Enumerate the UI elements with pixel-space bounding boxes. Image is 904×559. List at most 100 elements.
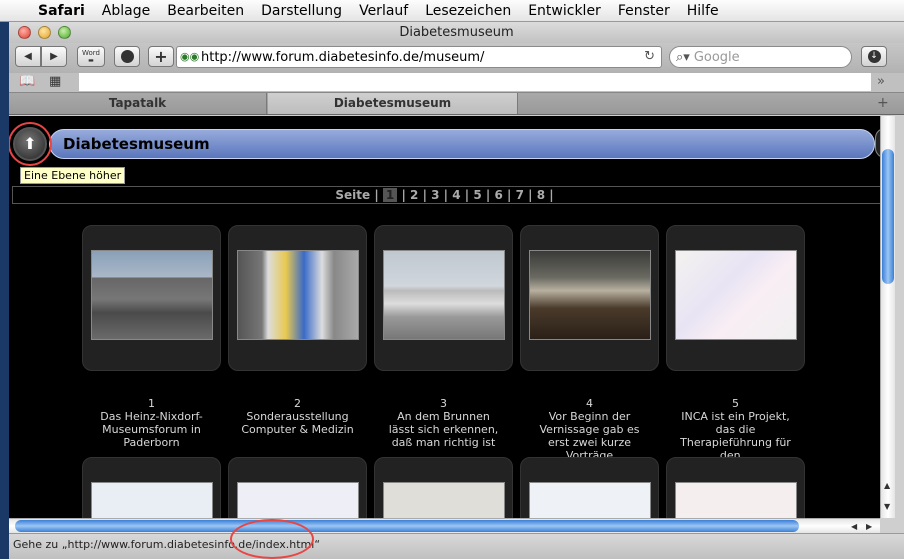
- tab-tapatalk[interactable]: Tapatalk: [9, 93, 267, 114]
- item-text: An dem Brunnen lässt sich erkennen, daß …: [388, 410, 499, 449]
- tab-bar: Tapatalk Diabetesmuseum +: [9, 93, 904, 115]
- pager-link[interactable]: 7: [516, 188, 524, 202]
- item-caption: 5 INCA ist ein Projekt, das die Therapief…: [666, 397, 805, 462]
- vertical-scroll-thumb[interactable]: [882, 149, 894, 284]
- pager-link[interactable]: 3: [431, 188, 439, 202]
- item-number: 1: [148, 397, 155, 410]
- home-button[interactable]: [114, 46, 140, 67]
- pager-link[interactable]: 5: [473, 188, 481, 202]
- site-favicon-icon: ◉◉: [180, 50, 200, 63]
- scroll-right-arrow-icon[interactable]: ▶: [866, 522, 872, 531]
- thumbnail-image[interactable]: [91, 250, 213, 340]
- pager-link[interactable]: 6: [494, 188, 502, 202]
- add-bookmark-button[interactable]: +: [148, 46, 174, 67]
- item-caption: 3 An dem Brunnen lässt sich erkennen, daß…: [374, 397, 513, 449]
- browser-window: Diabetesmuseum ◀ ▶ Word ▬ + ◉◉ http://www…: [9, 22, 904, 559]
- gallery-item[interactable]: [228, 225, 367, 371]
- download-icon: ↓: [867, 50, 881, 63]
- pager-current: 1: [382, 188, 398, 202]
- back-button[interactable]: ◀: [15, 46, 41, 67]
- close-button[interactable]: [18, 26, 31, 39]
- pager-link[interactable]: 4: [452, 188, 460, 202]
- back-icon: ◀: [24, 51, 32, 62]
- highlight-circle: [9, 122, 52, 166]
- thumbnail-image[interactable]: [91, 482, 213, 518]
- bookmarks-area: [79, 73, 871, 91]
- title-bar: Diabetesmuseum: [9, 22, 904, 43]
- menu-entwickler[interactable]: Entwickler: [528, 3, 601, 19]
- downloads-button[interactable]: ↓: [861, 46, 887, 67]
- more-bookmarks-icon[interactable]: »: [877, 74, 885, 89]
- page-title: Diabetesmuseum: [63, 135, 210, 153]
- bookmarks-bar: 📖 ▦ »: [9, 73, 904, 93]
- item-text: Sonderausstellung Computer & Medizin: [241, 410, 354, 436]
- menu-lesezeichen[interactable]: Lesezeichen: [425, 3, 511, 19]
- gallery-item[interactable]: [82, 225, 221, 371]
- menu-verlauf[interactable]: Verlauf: [359, 3, 408, 19]
- status-bar: Gehe zu „http://www.forum.diabetesinfo.d…: [9, 533, 904, 559]
- minimize-button[interactable]: [38, 26, 51, 39]
- gallery-item[interactable]: [374, 457, 513, 518]
- item-text: INCA ist ein Projekt, das die Therapiefü…: [680, 410, 791, 462]
- gallery-item[interactable]: [520, 457, 659, 518]
- gallery-item[interactable]: [374, 225, 513, 371]
- menu-darstellung[interactable]: Darstellung: [261, 3, 342, 19]
- zoom-button[interactable]: [58, 26, 71, 39]
- search-icon: ⌕▾: [676, 49, 690, 65]
- item-number: 3: [440, 397, 447, 410]
- thumbnail-image[interactable]: [675, 250, 797, 340]
- item-number: 2: [294, 397, 301, 410]
- word-button[interactable]: Word ▬: [77, 46, 105, 67]
- thumbnail-image[interactable]: [237, 250, 359, 340]
- thumbnail-image[interactable]: [383, 250, 505, 340]
- item-caption: 2 Sonderausstellung Computer & Medizin: [228, 397, 367, 436]
- horizontal-scroll-thumb[interactable]: [15, 520, 799, 532]
- search-placeholder: Google: [693, 49, 740, 65]
- thumbnail-image[interactable]: [675, 482, 797, 518]
- address-url: http://www.forum.diabetesinfo.de/museum/: [201, 49, 485, 65]
- highlight-circle: [230, 519, 314, 559]
- pager-link[interactable]: 2: [410, 188, 418, 202]
- bookmarks-book-icon[interactable]: 📖: [19, 74, 35, 89]
- item-caption: 1 Das Heinz-Nixdorf-Museumsforum in Pader…: [82, 397, 221, 449]
- gallery-item[interactable]: [82, 457, 221, 518]
- gallery-item[interactable]: [666, 225, 805, 371]
- menu-bar: Safari Ablage Bearbeiten Darstellung Ver…: [0, 0, 904, 22]
- item-caption: 4 Vor Beginn der Vernissage gab es erst z…: [520, 397, 659, 462]
- pager: Seite | 1 | 2 | 3 | 4 | 5 | 6 | 7 | 8 |: [335, 188, 554, 202]
- item-text: Das Heinz-Nixdorf-Museumsforum in Paderb…: [100, 410, 203, 449]
- menu-safari[interactable]: Safari: [38, 3, 85, 19]
- toolbar: ◀ ▶ Word ▬ + ◉◉ http://www.forum.diabetes…: [9, 43, 904, 73]
- home-icon: [120, 50, 134, 63]
- item-text: Vor Beginn der Vernissage gab es erst zw…: [539, 410, 640, 462]
- forward-icon: ▶: [50, 51, 58, 62]
- top-sites-grid-icon[interactable]: ▦: [49, 74, 61, 89]
- pager-link[interactable]: 8: [537, 188, 545, 202]
- page-content: Diabetesmuseum ⬆ Eine Ebene höher Seite …: [9, 116, 880, 518]
- pager-label: Seite: [335, 188, 371, 202]
- plus-icon: +: [154, 47, 168, 66]
- gallery-item[interactable]: [228, 457, 367, 518]
- thumbnail-image[interactable]: [237, 482, 359, 518]
- thumbnail-image[interactable]: [529, 250, 651, 340]
- menu-fenster[interactable]: Fenster: [618, 3, 670, 19]
- scroll-left-arrow-icon[interactable]: ◀: [851, 522, 857, 531]
- address-field[interactable]: ◉◉ http://www.forum.diabetesinfo.de/muse…: [176, 46, 662, 68]
- thumbnail-image[interactable]: [383, 482, 505, 518]
- search-field[interactable]: ⌕▾ Google: [669, 46, 852, 68]
- forward-button[interactable]: ▶: [41, 46, 67, 67]
- gallery-item[interactable]: [520, 225, 659, 371]
- menu-bearbeiten[interactable]: Bearbeiten: [167, 3, 244, 19]
- item-number: 4: [586, 397, 593, 410]
- thumbnail-image[interactable]: [529, 482, 651, 518]
- gallery-item[interactable]: [666, 457, 805, 518]
- new-tab-icon[interactable]: +: [877, 95, 889, 111]
- scroll-up-arrow-icon[interactable]: ▲: [884, 481, 890, 490]
- menu-hilfe[interactable]: Hilfe: [687, 3, 719, 19]
- reload-icon[interactable]: ↻: [644, 49, 655, 64]
- word-icon: ▬: [88, 56, 94, 64]
- word-label: Word: [82, 48, 100, 57]
- scroll-down-arrow-icon[interactable]: ▼: [884, 502, 890, 511]
- menu-ablage[interactable]: Ablage: [102, 3, 150, 19]
- tab-diabetesmuseum[interactable]: Diabetesmuseum: [268, 93, 518, 114]
